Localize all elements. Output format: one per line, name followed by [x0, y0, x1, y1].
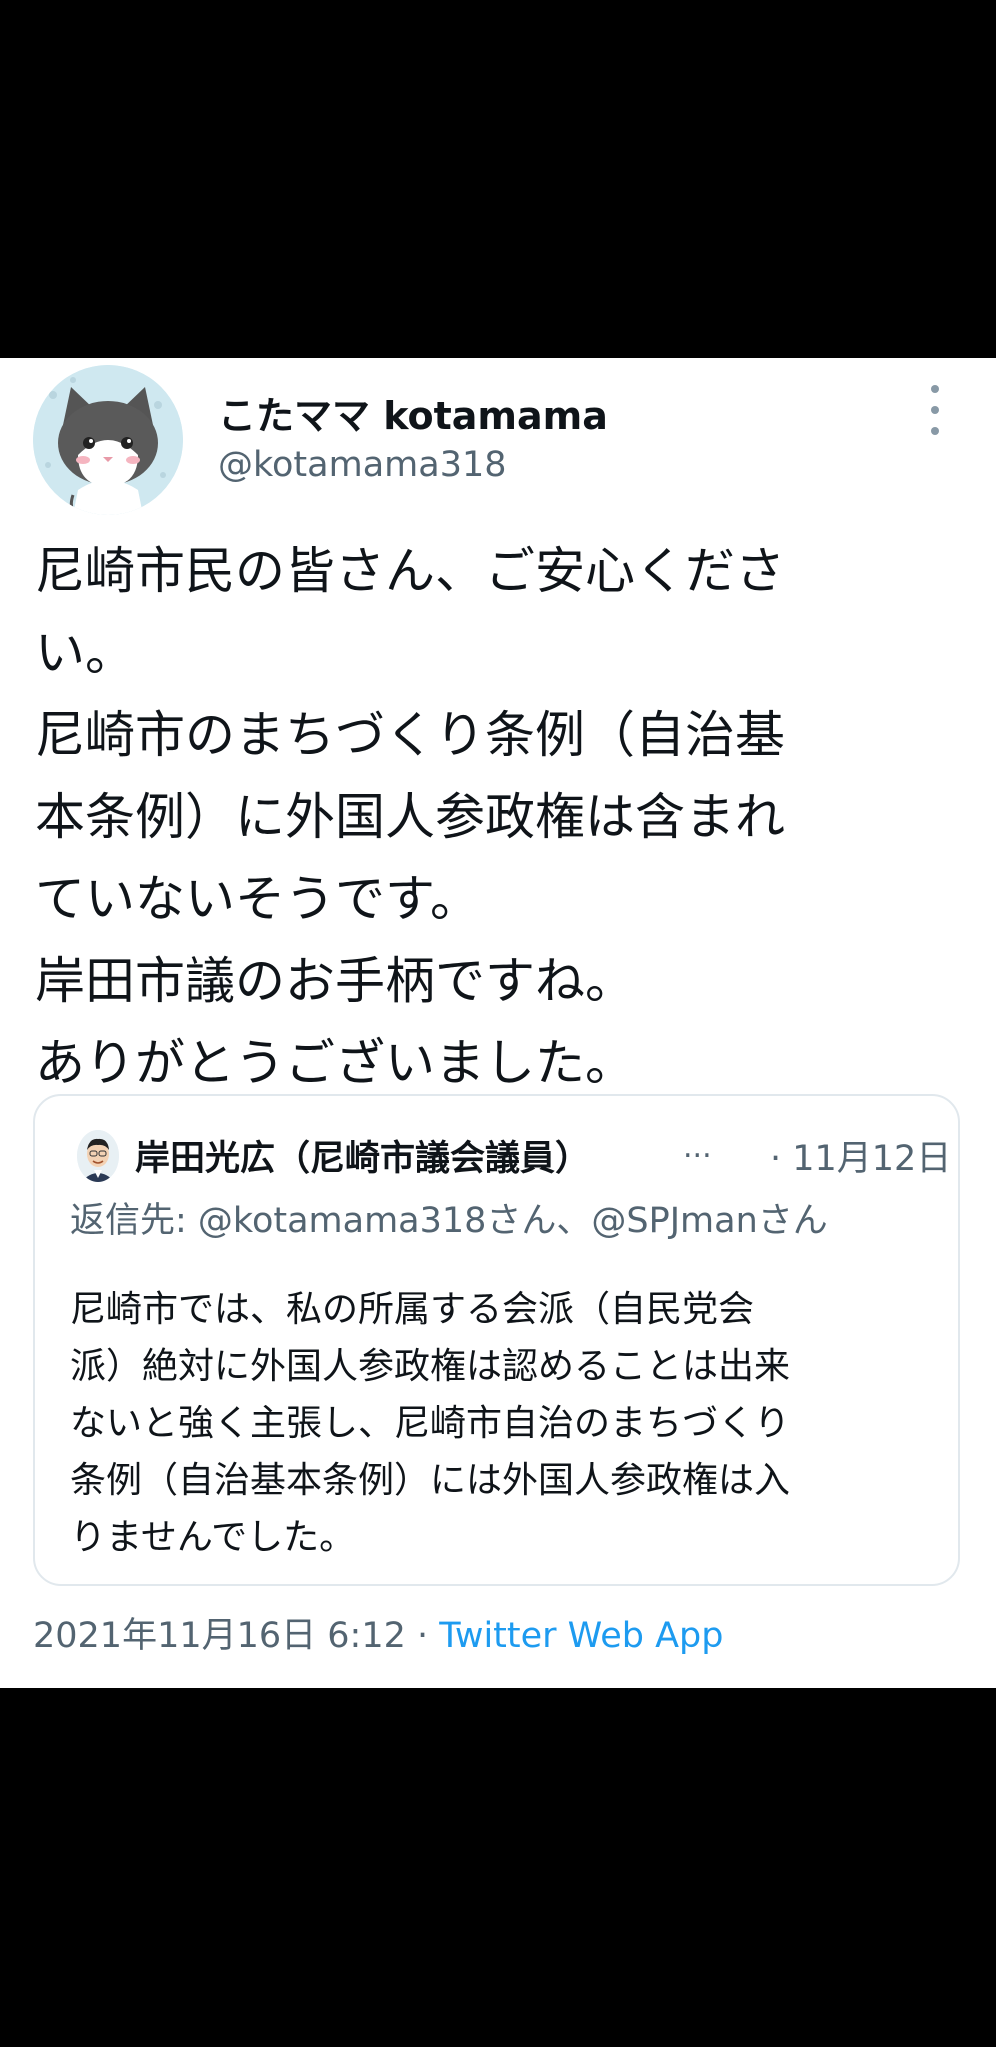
tweet-line: 岸田市議のお手柄ですね。: [35, 952, 635, 1010]
tweet-meta: 2021年11月16日 6:12 · Twitter Web App: [33, 1607, 724, 1658]
tweet-text: 尼崎市民の皆さん、ご安心くださ い。 尼崎市のまちづくり条例（自治基 本条例）に…: [35, 530, 975, 1104]
reply-mentions[interactable]: @kotamama318さん、@SPJmanさん: [198, 1201, 828, 1241]
quoted-text: 尼崎市では、私の所属する会派（自民党会 派）絶対に外国人参政権は認めることは出来…: [70, 1281, 930, 1566]
tweet-line: 尼崎市のまちづくり条例（自治基: [35, 706, 785, 764]
more-dot: [931, 427, 939, 435]
reply-to: 返信先: @kotamama318さん、@SPJmanさん: [70, 1192, 828, 1243]
quoted-author-name: 岸田光広（尼崎市議会議員）: [135, 1139, 591, 1179]
tweet-line: 本条例）に外国人参政権は含まれ: [35, 788, 785, 846]
quoted-line: 条例（自治基本条例）には外国人参政権は入: [70, 1460, 791, 1501]
more-vertical-icon[interactable]: [925, 385, 945, 435]
quoted-line: 派）絶対に外国人参政権は認めることは出来: [70, 1346, 791, 1387]
quoted-line: ないと強く主張し、尼崎市自治のまちづくり: [70, 1403, 791, 1444]
quoted-line: 尼崎市では、私の所属する会派（自民党会: [70, 1289, 755, 1330]
user-handle[interactable]: @kotamama318: [218, 445, 507, 485]
display-name[interactable]: こたママ kotamama: [218, 385, 608, 440]
quoted-date: · 11月12日: [770, 1139, 952, 1179]
timestamp[interactable]: 2021年11月16日 6:12 ·: [33, 1616, 439, 1656]
more-dot: [931, 385, 939, 393]
tweet-line: ありがとうございました。: [35, 1034, 635, 1092]
quoted-name-ellipsis: ...: [683, 1130, 712, 1165]
tweet-line: ていないそうです。: [35, 870, 480, 928]
more-dot: [931, 406, 939, 414]
tweet-line: 尼崎市民の皆さん、ご安心くださ: [35, 542, 785, 600]
quoted-line: りませんでした。: [70, 1517, 356, 1558]
tweet-line: い。: [35, 624, 135, 682]
reply-prefix: 返信先:: [70, 1201, 198, 1241]
quoted-tweet[interactable]: 岸田光広（尼崎市議会議員） ... · 11月12日 返信先: @kotamam…: [33, 1094, 960, 1586]
person-avatar-icon: [77, 1130, 119, 1182]
cat-avatar-icon[interactable]: [33, 365, 183, 515]
source-link[interactable]: Twitter Web App: [439, 1616, 723, 1656]
